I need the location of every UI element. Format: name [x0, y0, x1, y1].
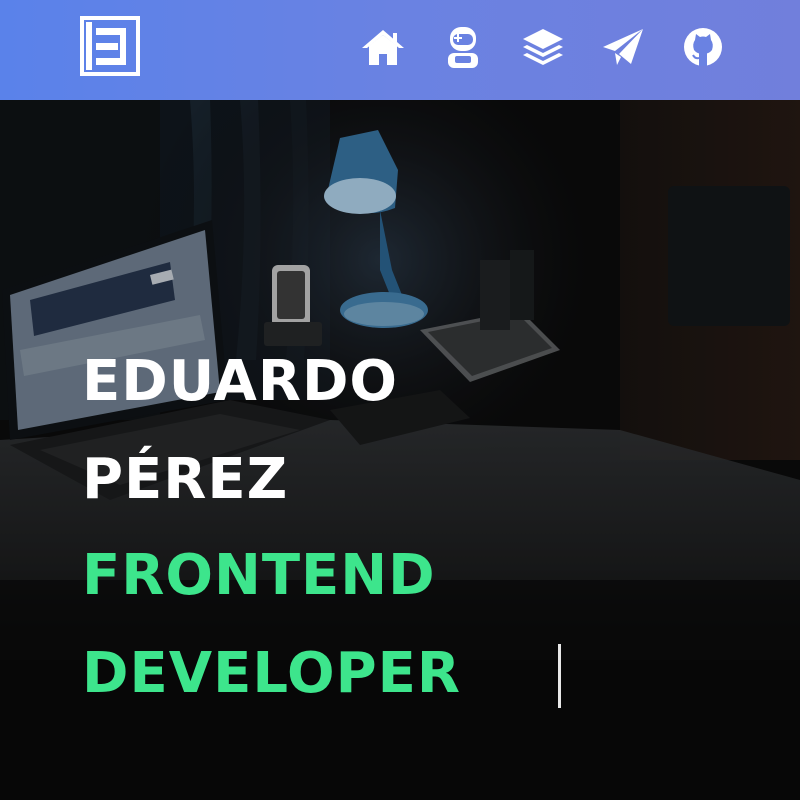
hero-role-second: DEVELOPER: [82, 641, 462, 706]
home-icon[interactable]: [360, 24, 406, 70]
hero-name-last: PÉREZ: [82, 447, 289, 512]
navbar: [0, 0, 800, 100]
astronaut-icon[interactable]: [440, 24, 486, 70]
site-logo[interactable]: [80, 16, 140, 76]
hero-role-first: FRONTEND: [82, 543, 436, 608]
typing-cursor: [558, 644, 561, 708]
hero-section: EDUARDO PÉREZ FRONTEND DEVELOPER: [0, 100, 800, 800]
layers-icon[interactable]: [520, 24, 566, 70]
github-icon[interactable]: [680, 24, 726, 70]
hero-name-first: EDUARDO: [82, 349, 399, 414]
paper-plane-icon[interactable]: [600, 24, 646, 70]
